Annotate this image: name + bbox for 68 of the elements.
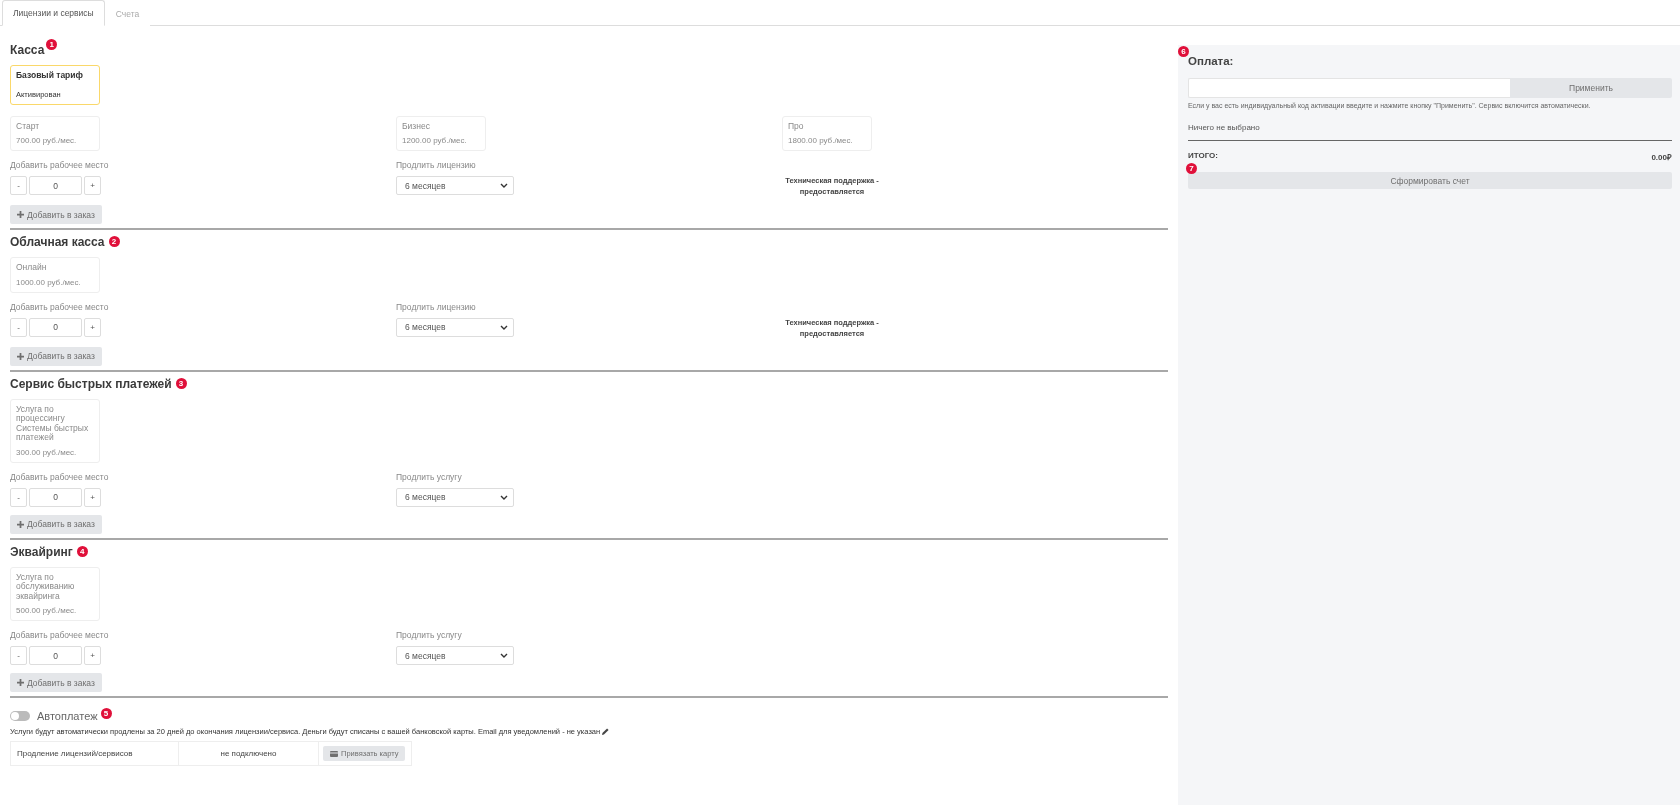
plus-icon [17,679,24,686]
field-label: Добавить рабочее место [10,630,110,641]
field-label: Добавить рабочее место [10,301,110,313]
increment-button[interactable]: + [84,487,101,507]
decrement-button[interactable]: - [10,646,27,665]
payment-title: Оплата: [1188,55,1235,69]
section-title: Касса [10,42,45,59]
tariff-name: Старт [16,121,41,131]
selection-text: Ничего не выбрано [1188,123,1672,141]
field-label: Продлить лицензию [396,301,477,313]
field-label: Добавить рабочее место [10,471,110,483]
plan-name: Базовый тариф [16,71,84,81]
tab[interactable]: Лицензии и сервисы [2,0,105,26]
chevron-down-icon [500,653,508,658]
period-select[interactable]: 6 месяцев [396,487,514,507]
number-badge: 2 [108,236,120,247]
decrement-button[interactable]: - [10,317,27,337]
field-label: Добавить рабочее место [10,160,110,171]
field-label: Продлить услугу [396,471,463,483]
number-badge: 1 [46,39,58,50]
section-title: Эквайринг [10,543,73,561]
table-cell: не подключено [179,742,319,765]
autopay-label: Автоплатеж [37,710,98,722]
quantity-input[interactable]: 0 [29,487,82,507]
credit-card-icon [330,750,338,757]
tariff-name: Услуга по процессингу Системы быстрых платежей [16,404,90,443]
table-cell: Продление лицензий/сервисов [11,742,179,765]
total-label: ИТОГО: [1188,151,1218,162]
tariff-price: 500.00 руб./мес. [16,606,78,615]
tariff-name: Услуга по обслуживанию эквайринга [16,572,76,601]
plus-icon [17,352,24,360]
number-badge: 3 [175,377,187,389]
period-select[interactable]: 6 месяцев [396,176,514,195]
activation-code-input[interactable] [1188,78,1510,98]
number-badge: 5 [100,708,112,719]
tariff-price: 1000.00 руб./мес. [16,277,82,287]
total-value: 0.00₽ [1651,152,1672,162]
plus-icon [17,520,24,528]
number-badge: 4 [76,545,88,557]
section-title: Облачная касса [10,234,105,251]
field-label: Продлить лицензию [396,160,477,171]
number-badge: 6 [1178,46,1189,57]
tariff-name: Бизнес [402,121,431,131]
increment-button[interactable]: + [84,646,101,665]
period-select[interactable]: 6 месяцев [396,646,514,665]
tariff-price: 700.00 руб./мес. [16,136,78,145]
quantity-input[interactable]: 0 [29,176,82,195]
chevron-down-icon [500,494,508,500]
quantity-input[interactable]: 0 [29,317,82,337]
tariff-price: 1200.00 руб./мес. [402,136,468,145]
decrement-button[interactable]: - [10,487,27,507]
field-label: Продлить услугу [396,630,463,641]
tariff-name: Онлайн [16,263,48,273]
decrement-button[interactable]: - [10,176,27,195]
tariff-price: 300.00 руб./мес. [16,447,78,457]
quantity-input[interactable]: 0 [29,646,82,665]
pencil-icon[interactable] [602,728,610,735]
toggle-switch[interactable] [10,711,30,721]
period-select[interactable]: 6 месяцев [396,317,514,337]
tariff-name: Про [788,121,805,131]
number-badge: 7 [1186,163,1197,174]
section-title: Сервис быстрых платежей [10,375,172,393]
chevron-down-icon [500,324,508,330]
plus-icon [17,211,24,218]
increment-button[interactable]: + [84,317,101,337]
tariff-price: 1800.00 руб./мес. [788,136,854,145]
increment-button[interactable]: + [84,176,101,195]
chevron-down-icon [500,183,508,188]
